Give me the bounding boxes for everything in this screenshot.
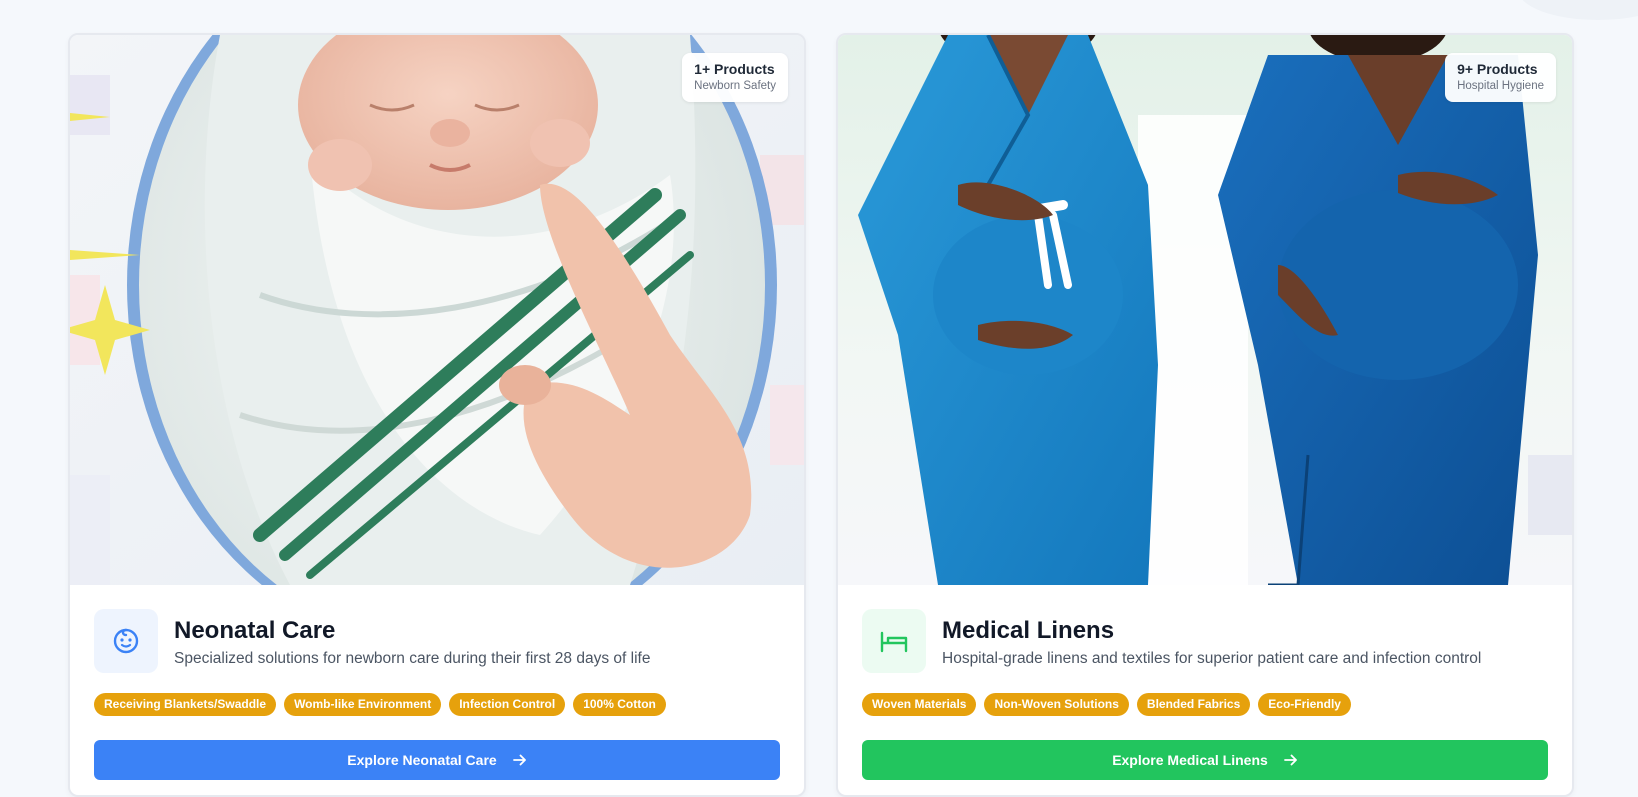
- bed-icon: [880, 631, 908, 653]
- baby-face-icon: [113, 628, 139, 654]
- tag-list: Woven Materials Non-Woven Solutions Blen…: [862, 693, 1548, 716]
- explore-neonatal-care-button[interactable]: Explore Neonatal Care: [94, 740, 780, 780]
- card-description: Hospital-grade linens and textiles for s…: [942, 650, 1482, 667]
- explore-medical-linens-button[interactable]: Explore Medical Linens: [862, 740, 1548, 780]
- tag-blended-fabrics: Blended Fabrics: [1136, 693, 1251, 716]
- card-info: Medical Linens Hospital-grade linens and…: [838, 585, 1572, 780]
- badge-count: 1+ Products: [694, 61, 775, 77]
- badge-subtitle: Newborn Safety: [694, 80, 776, 92]
- neonatal-care-card[interactable]: 1+ Products Newborn Safety Neonatal Care…: [68, 33, 806, 797]
- tag-womb-like-environment: Womb-like Environment: [284, 693, 442, 716]
- badge-count: 9+ Products: [1457, 61, 1538, 77]
- tag-list: Receiving Blankets/Swaddle Womb-like Env…: [94, 693, 780, 716]
- product-count-badge: 1+ Products Newborn Safety: [682, 53, 788, 102]
- tag-infection-control: Infection Control: [449, 693, 566, 716]
- category-icon-box: [862, 609, 926, 673]
- button-label: Explore Medical Linens: [1112, 752, 1268, 768]
- maternity-gowns-illustration: [838, 35, 1572, 585]
- tag-100-cotton: 100% Cotton: [573, 693, 666, 716]
- badge-subtitle: Hospital Hygiene: [1457, 80, 1544, 92]
- medical-linens-card[interactable]: 9+ Products Hospital Hygiene Medical Lin…: [836, 33, 1574, 797]
- category-icon-box: [94, 609, 158, 673]
- product-count-badge: 9+ Products Hospital Hygiene: [1445, 53, 1556, 102]
- card-title: Medical Linens: [942, 617, 1115, 644]
- card-info: Neonatal Care Specialized solutions for …: [70, 585, 804, 780]
- arrow-right-icon: [512, 753, 527, 767]
- card-title: Neonatal Care: [174, 617, 336, 644]
- tag-receiving-blankets: Receiving Blankets/Swaddle: [94, 693, 277, 716]
- background-decoration: [1518, 0, 1638, 20]
- card-description: Specialized solutions for newborn care d…: [174, 650, 651, 667]
- tag-non-woven-solutions: Non-Woven Solutions: [984, 693, 1129, 716]
- button-label: Explore Neonatal Care: [347, 752, 497, 768]
- swaddled-newborn-illustration: [70, 35, 804, 585]
- medical-linens-hero-image: 9+ Products Hospital Hygiene: [838, 35, 1572, 585]
- tag-woven-materials: Woven Materials: [862, 693, 977, 716]
- arrow-right-icon: [1283, 753, 1298, 767]
- tag-eco-friendly: Eco-Friendly: [1258, 693, 1351, 716]
- neonatal-hero-image: 1+ Products Newborn Safety: [70, 35, 804, 585]
